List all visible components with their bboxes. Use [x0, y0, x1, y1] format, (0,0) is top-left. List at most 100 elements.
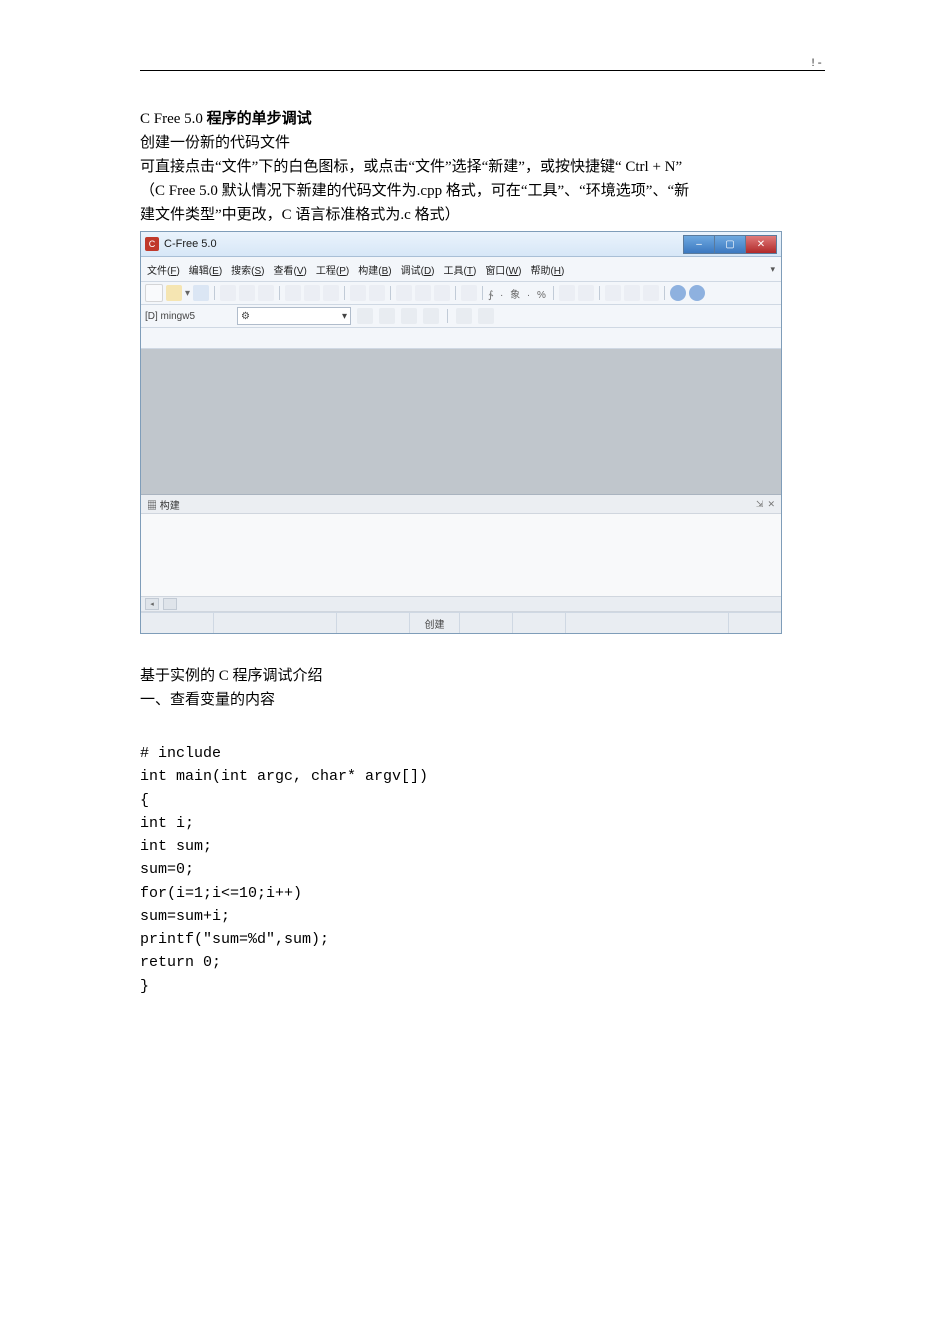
- status-cell-8: [729, 613, 781, 633]
- copy-icon[interactable]: [304, 285, 320, 301]
- status-cell-center: 创建: [410, 613, 460, 633]
- toolbar-separator: [455, 286, 456, 300]
- nav-back-icon[interactable]: [559, 285, 575, 301]
- window-buttons: ‒ ▢ ✕: [683, 235, 777, 254]
- menubar-overflow-icon[interactable]: ▾: [770, 264, 775, 275]
- status-cell-1: [141, 613, 214, 633]
- toolbar-main: ▾ ∱ · 象 · %: [141, 282, 781, 305]
- open-file-icon[interactable]: [166, 285, 182, 301]
- editor-area[interactable]: [141, 349, 781, 495]
- toolbar-separator: [447, 309, 448, 323]
- section2-title: 基于实例的 C 程序调试介绍: [140, 664, 825, 688]
- new-file-icon[interactable]: [145, 284, 163, 302]
- toolbar-separator: [553, 286, 554, 300]
- open-dropdown-icon[interactable]: ▾: [185, 288, 190, 299]
- cut-icon[interactable]: [285, 285, 301, 301]
- code-line: int main(int argc, char* argv[]): [140, 768, 428, 785]
- menu-tools[interactable]: 工具(T): [444, 262, 477, 277]
- step-into-icon[interactable]: [401, 308, 417, 324]
- minimize-icon: ‒: [696, 239, 702, 250]
- toolbar-separator: [390, 286, 391, 300]
- toolbar-glyphs: ∱ · 象 · %: [488, 286, 548, 301]
- cfree-screenshot: C C-Free 5.0 ‒ ▢ ✕ 文件(F) 编辑(E) 搜索(S) 查看(…: [140, 231, 782, 634]
- menu-debug[interactable]: 调试(D): [401, 262, 435, 277]
- intro-line-5: 建文件类型”中更改，C 语言标准格式为.c 格式）: [140, 203, 825, 227]
- code-line: sum=sum+i;: [140, 908, 230, 925]
- menu-file[interactable]: 文件(F): [147, 262, 180, 277]
- print-icon[interactable]: [239, 285, 255, 301]
- status-cell-3: [337, 613, 410, 633]
- paste-icon[interactable]: [323, 285, 339, 301]
- step-out-icon[interactable]: [456, 308, 472, 324]
- undo-icon[interactable]: [350, 285, 366, 301]
- svg-text:C: C: [149, 239, 156, 249]
- bookmark-icon[interactable]: [415, 285, 431, 301]
- layout1-icon[interactable]: [605, 285, 621, 301]
- page-mark: !-: [810, 58, 823, 70]
- intro-line-2: 创建一份新的代码文件: [140, 131, 825, 155]
- stop-icon[interactable]: [379, 308, 395, 324]
- heading-prefix: C Free 5.0: [140, 111, 207, 127]
- config-combo[interactable]: ⚙ ▾: [237, 307, 351, 325]
- layout3-icon[interactable]: [643, 285, 659, 301]
- continue-icon[interactable]: [478, 308, 494, 324]
- code-block: # include int main(int argc, char* argv[…: [140, 742, 825, 998]
- status-cell-6: [513, 613, 566, 633]
- menu-search[interactable]: 搜索(S): [231, 262, 264, 277]
- build-panel-header: ▦ 构建 ⇲ ✕: [141, 495, 781, 514]
- intro-line-4: （C Free 5.0 默认情况下新建的代码文件为.cpp 格式，可在“工具”、…: [140, 179, 825, 203]
- toolbar-debug: [D] mingw5 ⚙ ▾: [141, 305, 781, 328]
- toolbar-separator: [344, 286, 345, 300]
- menu-view[interactable]: 查看(V): [274, 262, 307, 277]
- status-cell-5: [460, 613, 513, 633]
- panel-pin-icon[interactable]: ⇲: [756, 499, 764, 510]
- gear-icon: ⚙: [241, 311, 250, 322]
- panel-scrollbar: ◂: [141, 597, 781, 612]
- compile-icon[interactable]: [461, 285, 477, 301]
- code-line: # include: [140, 745, 221, 762]
- toolbar-separator: [214, 286, 215, 300]
- close-button[interactable]: ✕: [745, 235, 777, 254]
- chevron-down-icon: ▾: [342, 311, 347, 322]
- scroll-left-icon[interactable]: ◂: [145, 598, 159, 610]
- code-line: int i;: [140, 815, 194, 832]
- redo-icon[interactable]: [369, 285, 385, 301]
- minimize-button[interactable]: ‒: [683, 235, 714, 254]
- about-icon[interactable]: [689, 285, 705, 301]
- menubar: 文件(F) 编辑(E) 搜索(S) 查看(V) 工程(P) 构建(B) 调试(D…: [141, 257, 781, 282]
- status-cell-2: [214, 613, 337, 633]
- statusbar: 创建: [141, 612, 781, 633]
- menu-help[interactable]: 帮助(H): [530, 262, 564, 277]
- menu-project[interactable]: 工程(P): [316, 262, 349, 277]
- status-cell-7: [566, 613, 729, 633]
- build-panel-title: 构建: [160, 501, 180, 512]
- properties-icon[interactable]: [258, 285, 274, 301]
- compiler-label: [D] mingw5: [145, 311, 195, 322]
- toolbar-separator: [279, 286, 280, 300]
- menu-window[interactable]: 窗口(W): [485, 262, 521, 277]
- code-line: printf("sum=%d",sum);: [140, 931, 329, 948]
- save-all-icon[interactable]: [220, 285, 236, 301]
- panel-close-icon[interactable]: ✕: [767, 499, 775, 510]
- code-line: sum=0;: [140, 861, 194, 878]
- toolbar-separator: [482, 286, 483, 300]
- scroll-thumb[interactable]: [163, 598, 177, 610]
- top-rule: [140, 70, 825, 71]
- maximize-icon: ▢: [725, 239, 734, 250]
- menu-edit[interactable]: 编辑(E): [189, 262, 222, 277]
- run-icon[interactable]: [357, 308, 373, 324]
- find-icon[interactable]: [396, 285, 412, 301]
- window-title: C-Free 5.0: [164, 238, 683, 250]
- app-icon: C: [145, 237, 159, 251]
- save-icon[interactable]: [193, 285, 209, 301]
- titlebar: C C-Free 5.0 ‒ ▢ ✕: [141, 232, 781, 257]
- help-icon[interactable]: [670, 285, 686, 301]
- maximize-button[interactable]: ▢: [714, 235, 745, 254]
- step-over-icon[interactable]: [423, 308, 439, 324]
- bookmark-next-icon[interactable]: [434, 285, 450, 301]
- editor-tabstrip: [141, 328, 781, 349]
- layout2-icon[interactable]: [624, 285, 640, 301]
- heading-line: C Free 5.0 程序的单步调试: [140, 107, 825, 131]
- menu-build[interactable]: 构建(B): [358, 262, 391, 277]
- nav-forward-icon[interactable]: [578, 285, 594, 301]
